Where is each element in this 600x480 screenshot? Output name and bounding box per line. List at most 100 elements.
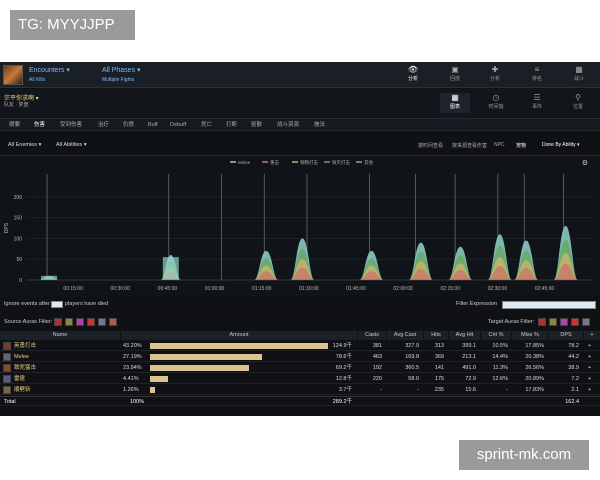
nav-puzzle[interactable]: ✚ 分析	[482, 65, 508, 85]
expand-icon: +	[588, 343, 592, 349]
expand-icon: +	[588, 387, 592, 393]
table-row[interactable]: 英勇打击 43.20% 124.9千 381 327.9 313 399.1 10.5% 17.…	[0, 341, 600, 351]
aura-icon[interactable]	[538, 318, 546, 326]
tab-threat[interactable]: 仇恨	[123, 121, 134, 130]
enemies-dropdown[interactable]: All Enemies ▾	[8, 142, 41, 148]
x-tick-label: 01:00:00	[205, 286, 225, 292]
aura-icon[interactable]	[65, 318, 73, 326]
ability-dps: 78.2	[568, 343, 579, 349]
ability-amount: 69.2千	[335, 365, 352, 371]
ability-hits: 175	[434, 376, 444, 382]
th-plus[interactable]: +	[584, 331, 600, 340]
ability-miss: 20.89%	[525, 376, 544, 382]
th-avg-hit[interactable]: Avg Hit	[449, 331, 480, 340]
ignore-count-input[interactable]	[51, 301, 63, 308]
phases-dropdown[interactable]: All Phases ▾	[102, 66, 141, 74]
tab-debuffs[interactable]: Debuff	[170, 121, 186, 130]
tab-casts[interactable]: 施法	[314, 121, 325, 130]
aura-icon[interactable]	[54, 318, 62, 326]
ability-avg-hit: 15.6	[465, 387, 476, 393]
area-plateau	[41, 275, 58, 280]
aura-icon[interactable]	[571, 318, 579, 326]
filter-pets[interactable]: 宠物	[516, 142, 526, 149]
view-chart[interactable]: ▦ 图表	[440, 93, 470, 113]
encounters-dropdown[interactable]: Encounters ▾	[29, 66, 70, 74]
ability-avg-cast: 327.9	[405, 343, 419, 349]
tab-deaths[interactable]: 死亡	[201, 121, 212, 130]
tab-healing[interactable]: 治疗	[98, 121, 109, 130]
aura-icon[interactable]	[109, 318, 117, 326]
amount-bar	[150, 376, 169, 382]
nav-analysis[interactable]: 👁 分析	[400, 65, 426, 85]
ability-hits: 369	[434, 354, 444, 360]
th-hits[interactable]: Hits	[424, 331, 448, 340]
th-crit[interactable]: Crit %	[481, 331, 511, 340]
aura-icon[interactable]	[582, 318, 590, 326]
ability-avg-hit: 491.0	[462, 365, 476, 371]
legend-label: 毁灭打击	[332, 159, 350, 166]
y-axis-label: DPS	[4, 222, 10, 233]
tab-damage[interactable]: 伤害	[34, 121, 45, 130]
filter-expression-input[interactable]	[502, 301, 596, 309]
ability-name: 雷霆	[14, 376, 26, 382]
warcraftlogs-app: Encounters ▾ All Kills All Phases ▾ Mult…	[0, 62, 600, 416]
th-amount[interactable]: Amount	[121, 331, 357, 340]
grid-icon: ▦	[451, 93, 459, 102]
filter-expression-label: Filter Expression	[456, 301, 497, 307]
th-name[interactable]: Name	[0, 331, 120, 340]
aura-icon[interactable]	[549, 318, 557, 326]
filter-by-source[interactable]: 按来源查看伤害	[452, 142, 487, 149]
auras-filter-row: Source Auras Filter: Target Auras Filter…	[0, 315, 600, 329]
table-row[interactable]: 致死猛击 23.94% 69.2千 192 360.5 141 491.0 11.3% 26.5…	[0, 363, 600, 373]
amount-bar	[150, 387, 156, 393]
ability-avg-cast: 58.0	[408, 376, 419, 382]
th-avg-cast[interactable]: Avg Cast	[387, 331, 423, 340]
table-row[interactable]: 雷霆 4.41% 12.8千 220 58.0 175 72.9 12.6% 20.89% 7.2…	[0, 374, 600, 384]
view-position[interactable]: ⚲ 位置	[563, 93, 593, 113]
ability-name: Melee	[14, 354, 29, 360]
ability-casts: 381	[372, 343, 382, 349]
metric-tabs: 摘要 伤害 受到伤害 治疗 仇恨 Buff Debuff 死亡 打断 驱散 战斗…	[0, 118, 600, 131]
tab-dispels[interactable]: 驱散	[251, 121, 262, 130]
tab-interrupts[interactable]: 打断	[226, 121, 237, 130]
tab-damage-taken[interactable]: 受到伤害	[60, 121, 82, 130]
ability-avg-hit: 72.9	[465, 376, 476, 382]
tab-summary[interactable]: 摘要	[9, 121, 20, 130]
ability-casts: 220	[372, 376, 382, 382]
th-miss[interactable]: Miss %	[512, 331, 548, 340]
aura-icon[interactable]	[560, 318, 568, 326]
table-row[interactable]: 顺劈斩 1.26% 3.7千 - - 235 15.6 - 17.83% 2.1 +	[0, 385, 600, 395]
filter-by-time[interactable]: 按时间查看	[418, 142, 443, 149]
aura-icon[interactable]	[87, 318, 95, 326]
th-dps[interactable]: DPS	[549, 331, 583, 340]
ability-pct: 27.19%	[123, 354, 142, 360]
replay-icon: ▣	[451, 65, 459, 74]
table-row[interactable]: Melee 27.19% 78.6千 463 169.8 369 213.1 14.4% 20.…	[0, 352, 600, 362]
nav-label: 分析	[489, 76, 500, 82]
watermark-top: TG: MYYJJPP	[10, 10, 135, 40]
ability-miss: 17.85%	[525, 343, 544, 349]
ability-icon	[3, 386, 11, 394]
abilities-dropdown[interactable]: All Abilities ▾	[56, 142, 87, 148]
legend-label: Melee	[238, 160, 251, 165]
view-timeline[interactable]: ◷ 时间轴	[481, 93, 511, 113]
view-events[interactable]: ☰ 事件	[522, 93, 552, 113]
ability-name: 英勇打击	[14, 343, 37, 349]
expand-icon: +	[588, 365, 592, 371]
aura-icon[interactable]	[76, 318, 84, 326]
th-casts[interactable]: Casts	[358, 331, 386, 340]
ability-casts: 463	[372, 354, 382, 360]
filter-npc[interactable]: NPC	[494, 142, 505, 148]
aura-icon[interactable]	[98, 318, 106, 326]
tab-resources[interactable]: 战斗资源	[277, 121, 299, 130]
nav-rankings[interactable]: ≡ 排名	[524, 65, 550, 85]
screenshot-root: TG: MYYJJPP sprint-mk.com Encounters ▾ A…	[0, 0, 600, 480]
boss-portrait	[3, 65, 23, 85]
nav-replay[interactable]: ▣ 回放	[442, 65, 468, 85]
ability-pct: 43.20%	[123, 343, 142, 349]
ability-avg-cast: 360.5	[405, 365, 419, 371]
tab-buffs[interactable]: Buff	[148, 121, 158, 130]
done-by-ability-dropdown[interactable]: Done By Ability ▾	[542, 142, 580, 148]
legend-label: 钢铁打击	[300, 159, 318, 166]
nav-fights[interactable]: ▦ 战斗	[566, 65, 592, 85]
